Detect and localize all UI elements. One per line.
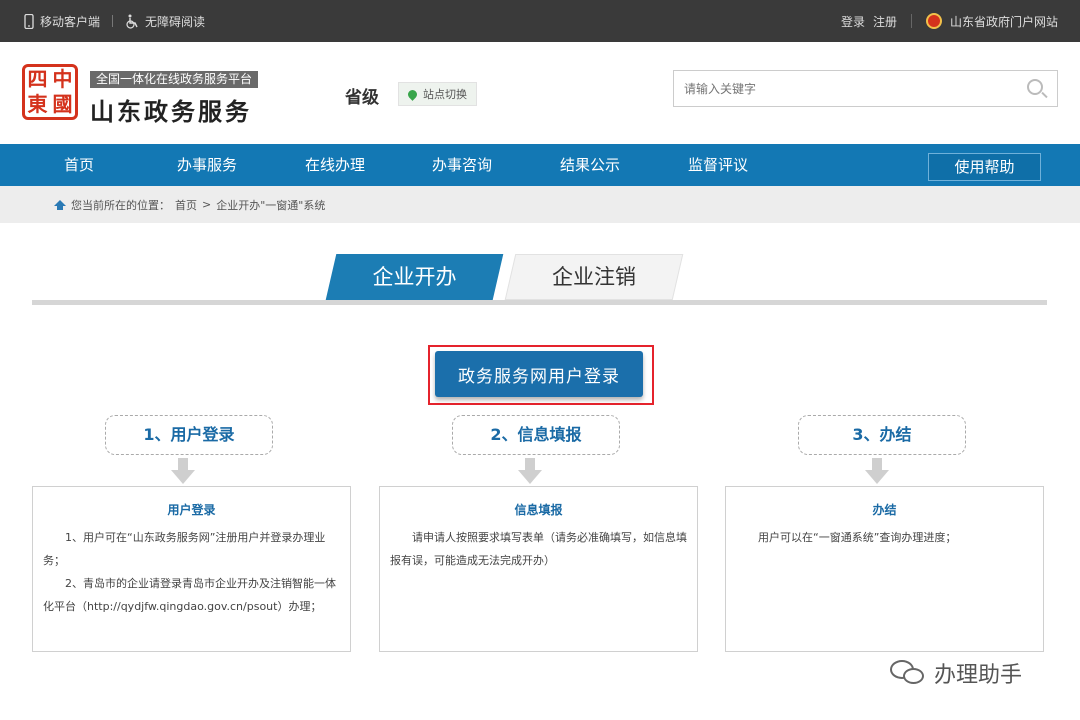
divider: [910, 14, 912, 28]
step-card-login: 用户登录 1、用户可在“山东政务服务网”注册用户并登录办理业务； 2、青岛市的企…: [32, 486, 351, 652]
card-paragraph: 2、青岛市的企业请登录青岛市企业开办及注销智能一体化平台（http://qydj…: [43, 577, 336, 613]
register-link[interactable]: 注册: [873, 13, 897, 30]
platform-subtitle: 全国一体化在线政务服务平台: [90, 71, 259, 88]
mobile-client-link[interactable]: 移动客户端: [24, 13, 100, 30]
seal-char: 中: [52, 67, 73, 91]
site-switch-label: 站点切换: [423, 88, 467, 101]
breadcrumb: 您当前所在的位置： 首页 > 企业开办"一窗通"系统: [0, 186, 1080, 223]
step-card-complete: 办结 用户可以在“一窗通系统”查询办理进度；: [725, 486, 1044, 652]
nav-item-home[interactable]: 首页: [64, 144, 94, 186]
nav-item-consult[interactable]: 办事咨询: [432, 144, 492, 186]
tab-underline: [32, 300, 1047, 305]
nav-item-online[interactable]: 在线办理: [305, 144, 365, 186]
watermark-text: 办理助手: [934, 663, 1023, 688]
step-pill-complete: 3、办结: [798, 415, 966, 455]
search-input[interactable]: [674, 71, 1004, 106]
site-header: 四 中 東 國 全国一体化在线政务服务平台 山东政务服务 省级 站点切换: [0, 42, 1080, 144]
card-paragraph: 1、用户可在“山东政务服务网”注册用户并登录办理业务；: [43, 531, 326, 567]
step-pill-login: 1、用户登录: [105, 415, 273, 455]
tab-label: 企业开办: [372, 265, 457, 289]
tab-label: 企业注销: [552, 265, 636, 289]
mobile-phone-icon: [24, 13, 34, 29]
location-pin-icon: [406, 87, 419, 101]
home-icon: [54, 199, 66, 210]
login-link[interactable]: 登录: [841, 13, 865, 30]
site-logo-seal[interactable]: 四 中 東 國: [22, 64, 78, 120]
help-button[interactable]: 使用帮助: [928, 153, 1041, 181]
card-title: 用户登录: [167, 503, 216, 517]
card-paragraph: 用户可以在“一窗通系统”查询办理进度；: [758, 531, 957, 544]
top-bar: 移动客户端 无障碍阅读 登录 注册 山东省政府门户网站: [0, 0, 1080, 42]
down-arrow-icon: [171, 458, 195, 484]
wechat-icon: [890, 660, 926, 686]
wechat-watermark: 办理助手: [890, 656, 1022, 690]
seal-char: 四: [27, 67, 48, 91]
main-nav: 首页 办事服务 在线办理 办事咨询 结果公示 监督评议 使用帮助: [0, 144, 1080, 186]
breadcrumb-separator: >: [202, 198, 212, 211]
gov-service-login-button[interactable]: 政务服务网用户登录: [435, 351, 643, 397]
card-title: 办结: [872, 503, 897, 517]
down-arrow-icon: [865, 458, 889, 484]
card-title: 信息填报: [514, 503, 563, 517]
accessible-reading-label[interactable]: 无障碍阅读: [145, 13, 205, 30]
step-card-fill-info: 信息填报 请申请人按照要求填写表单（请务必准确填写，如信息填报有误，可能造成无法…: [379, 486, 698, 652]
tab-enterprise-cancel[interactable]: 企业注销: [504, 254, 684, 300]
breadcrumb-home[interactable]: 首页: [175, 197, 197, 213]
divider: [112, 15, 114, 27]
card-paragraph: 请申请人按照要求填写表单（请务必准确填写，如信息填报有误，可能造成无法完成开办）: [390, 531, 687, 567]
seal-char: 東: [27, 92, 48, 116]
breadcrumb-current: 企业开办"一窗通"系统: [216, 198, 326, 212]
search-box: [673, 70, 1058, 107]
site-switch-button[interactable]: 站点切换: [398, 82, 477, 106]
breadcrumb-prefix: 您当前所在的位置：: [71, 198, 170, 212]
step-pill-fill-info: 2、信息填报: [452, 415, 620, 455]
nav-item-results[interactable]: 结果公示: [560, 144, 620, 186]
wheelchair-icon: [126, 14, 138, 29]
gov-portal-link[interactable]: 山东省政府门户网站: [950, 13, 1058, 30]
seal-char: 國: [52, 92, 73, 116]
national-emblem-icon: [925, 13, 942, 29]
nav-item-supervision[interactable]: 监督评议: [688, 144, 748, 186]
accessible-reading-link[interactable]: 无障碍阅读: [125, 13, 205, 30]
search-icon[interactable]: [1027, 79, 1043, 95]
down-arrow-icon: [518, 458, 542, 484]
mobile-client-label[interactable]: 移动客户端: [40, 13, 100, 30]
tab-enterprise-open[interactable]: 企业开办: [325, 254, 504, 300]
level-label: 省级: [345, 88, 379, 108]
nav-item-services[interactable]: 办事服务: [177, 144, 237, 186]
site-title[interactable]: 山东政务服务: [90, 92, 252, 127]
